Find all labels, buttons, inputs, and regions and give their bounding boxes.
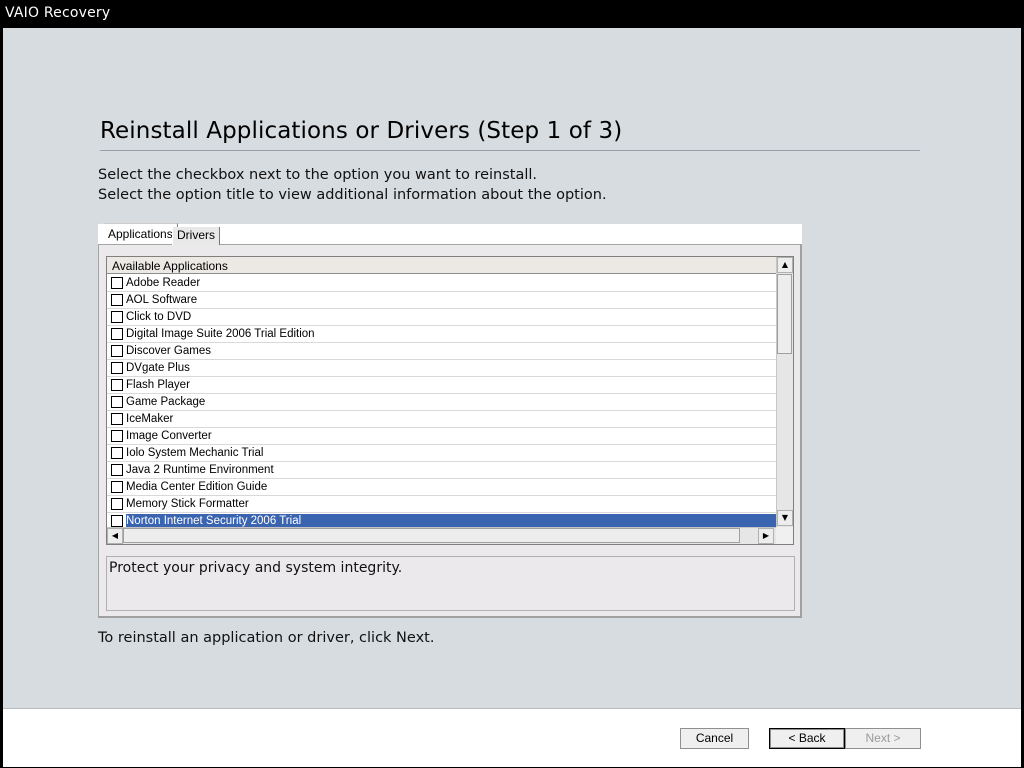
list-item[interactable]: Java 2 Runtime Environment xyxy=(107,462,776,479)
list-item[interactable]: Image Converter xyxy=(107,428,776,445)
tab-applications[interactable]: Applications xyxy=(103,223,178,244)
checkbox-digital-image-suite[interactable] xyxy=(111,328,123,340)
scroll-right-icon[interactable]: ▶ xyxy=(758,528,774,544)
checkbox-game-package[interactable] xyxy=(111,396,123,408)
main-panel: Reinstall Applications or Drivers (Step … xyxy=(3,28,1021,708)
instruction-line-2: Select the option title to view addition… xyxy=(98,187,607,203)
checkbox-adobe-reader[interactable] xyxy=(111,277,123,289)
scroll-up-icon[interactable]: ▲ xyxy=(777,257,793,273)
tab-content-applications: Available Applications Adobe Reader AOL … xyxy=(98,244,802,618)
horizontal-scrollbar[interactable]: ◀ ▶ xyxy=(107,527,776,544)
checkbox-click-to-dvd[interactable] xyxy=(111,311,123,323)
list-item-label[interactable]: Digital Image Suite 2006 Trial Edition xyxy=(126,327,321,342)
applications-listbox[interactable]: Available Applications Adobe Reader AOL … xyxy=(106,256,794,545)
list-item-label[interactable]: IceMaker xyxy=(126,412,179,427)
list-item[interactable]: Media Center Edition Guide xyxy=(107,479,776,496)
list-item[interactable]: Game Package xyxy=(107,394,776,411)
checkbox-icemaker[interactable] xyxy=(111,413,123,425)
list-item-label[interactable]: Click to DVD xyxy=(126,310,197,325)
list-item-label[interactable]: Java 2 Runtime Environment xyxy=(126,463,280,478)
scrollbar-corner xyxy=(776,527,793,544)
scroll-left-icon[interactable]: ◀ xyxy=(107,528,123,544)
checkbox-aol-software[interactable] xyxy=(111,294,123,306)
list-item-label[interactable]: Game Package xyxy=(126,395,211,410)
instruction-line-1: Select the checkbox next to the option y… xyxy=(98,167,538,183)
checkbox-norton-internet-security[interactable] xyxy=(111,515,123,527)
list-item-label[interactable]: Norton Internet Security 2006 Trial xyxy=(126,514,776,527)
list-item-label[interactable]: Flash Player xyxy=(126,378,196,393)
list-item-label[interactable]: Memory Stick Formatter xyxy=(126,497,255,512)
checkbox-discover-games[interactable] xyxy=(111,345,123,357)
next-instruction: To reinstall an application or driver, c… xyxy=(98,630,435,646)
tab-drivers[interactable]: Drivers xyxy=(172,227,220,245)
tab-control: Available Applications Adobe Reader AOL … xyxy=(98,223,802,618)
list-item[interactable]: IceMaker xyxy=(107,411,776,428)
checkbox-iolo-system-mechanic[interactable] xyxy=(111,447,123,459)
back-button[interactable]: < Back xyxy=(769,728,845,749)
list-column-header[interactable]: Available Applications xyxy=(107,257,776,274)
list-item-label[interactable]: Adobe Reader xyxy=(126,276,206,291)
scroll-down-icon[interactable]: ▼ xyxy=(777,510,793,526)
list-item[interactable]: Iolo System Mechanic Trial xyxy=(107,445,776,462)
checkbox-media-center-guide[interactable] xyxy=(111,481,123,493)
title-divider xyxy=(100,150,920,151)
vertical-scroll-thumb[interactable] xyxy=(777,274,792,354)
list-item[interactable]: DVgate Plus xyxy=(107,360,776,377)
list-item-label[interactable]: DVgate Plus xyxy=(126,361,196,376)
checkbox-image-converter[interactable] xyxy=(111,430,123,442)
list-item-label[interactable]: Iolo System Mechanic Trial xyxy=(126,446,269,461)
list-item-label[interactable]: AOL Software xyxy=(126,293,203,308)
list-item[interactable]: Digital Image Suite 2006 Trial Edition xyxy=(107,326,776,343)
window-title: VAIO Recovery xyxy=(5,5,111,21)
title-bar: VAIO Recovery xyxy=(0,0,1024,28)
list-rows: Adobe Reader AOL Software Click to DVD D… xyxy=(107,275,776,527)
horizontal-scroll-thumb[interactable] xyxy=(123,528,740,543)
checkbox-dvgate-plus[interactable] xyxy=(111,362,123,374)
list-item[interactable]: Memory Stick Formatter xyxy=(107,496,776,513)
list-item[interactable]: Discover Games xyxy=(107,343,776,360)
next-button[interactable]: Next > xyxy=(845,728,921,749)
button-bar: Cancel < Back Next > xyxy=(3,708,1021,767)
list-item-label[interactable]: Media Center Edition Guide xyxy=(126,480,273,495)
page-title: Reinstall Applications or Drivers (Step … xyxy=(100,118,623,144)
list-item-label[interactable]: Image Converter xyxy=(126,429,218,444)
list-item-selected[interactable]: Norton Internet Security 2006 Trial xyxy=(107,513,776,527)
option-description: Protect your privacy and system integrit… xyxy=(106,556,795,611)
checkbox-flash-player[interactable] xyxy=(111,379,123,391)
checkbox-java-2-runtime[interactable] xyxy=(111,464,123,476)
checkbox-memory-stick-formatter[interactable] xyxy=(111,498,123,510)
list-item[interactable]: Adobe Reader xyxy=(107,275,776,292)
list-item[interactable]: Click to DVD xyxy=(107,309,776,326)
vertical-scrollbar[interactable]: ▲ ▼ xyxy=(776,257,793,527)
list-item-label[interactable]: Discover Games xyxy=(126,344,217,359)
cancel-button[interactable]: Cancel xyxy=(680,728,749,749)
list-item[interactable]: Flash Player xyxy=(107,377,776,394)
list-item[interactable]: AOL Software xyxy=(107,292,776,309)
